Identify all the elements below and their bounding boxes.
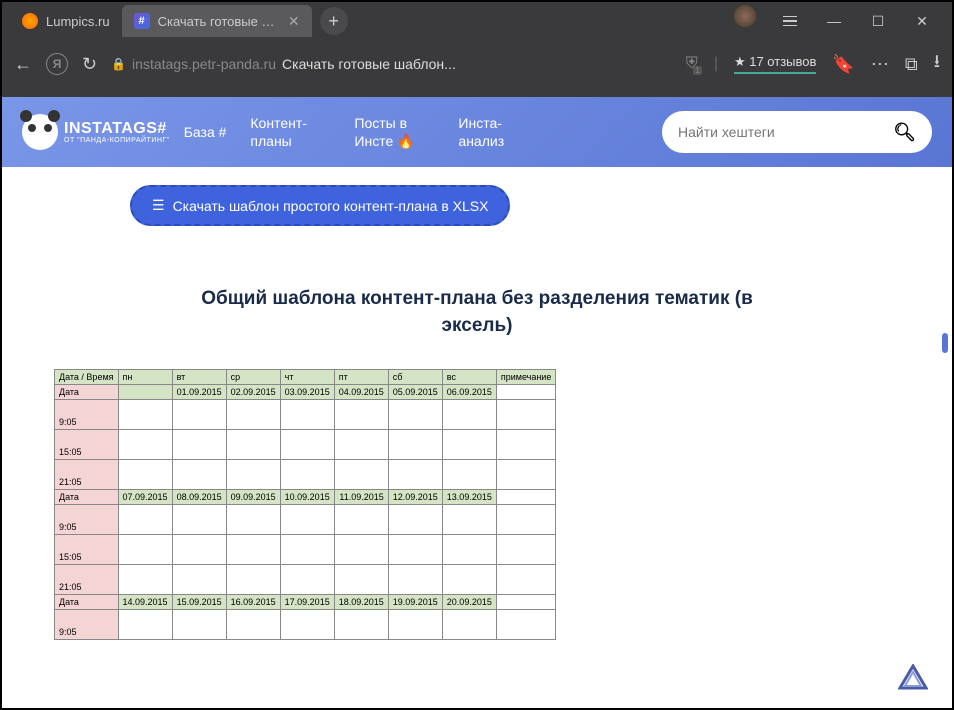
table-row: Дата 14.09.2015 15.09.2015 16.09.2015 17… (55, 595, 556, 610)
logo[interactable]: INSTATAGS# ОТ "ПАНДА-КОПИРАЙТИНГ" (22, 114, 170, 150)
close-icon[interactable]: ✕ (288, 13, 300, 30)
table-row: 21:05 (55, 565, 556, 595)
nav-bar: ← Я ↻ 🔒 instatags.petr-panda.ru Скачать … (2, 40, 952, 88)
nav-content-plans[interactable]: Контент-планы (250, 114, 330, 150)
table-row: 9:05 (55, 505, 556, 535)
search-box: 🔍︎ (662, 111, 932, 153)
th-fri: пт (334, 370, 388, 385)
nav-analysis[interactable]: Инста-анализ (458, 114, 528, 150)
back-button[interactable]: ← (14, 54, 32, 75)
th-date: Дата / Время (55, 370, 119, 385)
search-icon[interactable]: 🔍︎ (893, 122, 916, 143)
maximize-button[interactable]: ☐ (856, 5, 900, 37)
tab-lumpics[interactable]: Lumpics.ru (10, 5, 122, 37)
url-domain: instatags.petr-panda.ru (132, 56, 276, 72)
download-label: Скачать шаблон простого контент-плана в … (173, 198, 489, 214)
th-thu: чт (280, 370, 334, 385)
site-header: INSTATAGS# ОТ "ПАНДА-КОПИРАЙТИНГ" База #… (2, 97, 952, 167)
lock-icon: 🔒 (111, 57, 126, 71)
th-tue: вт (172, 370, 226, 385)
table-row: 15:05 (55, 430, 556, 460)
search-input[interactable] (678, 124, 893, 140)
tab-title: Скачать готовые шабло (158, 14, 276, 29)
tab-instatags[interactable]: # Скачать готовые шабло ✕ (122, 5, 312, 37)
menu-button[interactable] (768, 5, 812, 37)
tab-bar: Lumpics.ru # Скачать готовые шабло ✕ + —… (2, 2, 952, 40)
table-row: Дата 01.09.2015 02.09.2015 03.09.2015 04… (55, 385, 556, 400)
url-title: Скачать готовые шаблон... (282, 56, 456, 72)
logo-subtitle: ОТ "ПАНДА-КОПИРАЙТИНГ" (64, 137, 170, 144)
list-icon: ☰ (152, 197, 165, 214)
logo-text: INSTATAGS# (64, 121, 170, 137)
download-icon[interactable]: ⭳ (934, 49, 940, 79)
table-row: 9:05 (55, 400, 556, 430)
download-xlsx-button[interactable]: ☰ Скачать шаблон простого контент-плана … (130, 185, 510, 226)
nav-posts[interactable]: Посты в Инсте 🔥 (354, 114, 434, 150)
triangle-badge-icon (898, 664, 928, 690)
th-mon: пн (118, 370, 172, 385)
url-bar[interactable]: 🔒 instatags.petr-panda.ru Скачать готовы… (111, 56, 456, 72)
shield-icon[interactable]: ⛨1 (686, 55, 698, 73)
minimize-button[interactable]: — (812, 5, 856, 37)
table-row: Дата 07.09.2015 08.09.2015 09.09.2015 10… (55, 490, 556, 505)
reload-button[interactable]: ↻ (82, 54, 97, 75)
yandex-icon[interactable]: Я (46, 53, 68, 75)
content-plan-table: Дата / Время пн вт ср чт пт сб вс примеч… (54, 369, 556, 640)
browser-chrome: Lumpics.ru # Скачать готовые шабло ✕ + —… (2, 2, 952, 97)
more-icon[interactable]: ⋯ (871, 54, 889, 75)
table-row: 15:05 (55, 535, 556, 565)
reviews-link[interactable]: ★ 17 отзывов (734, 54, 816, 74)
extensions-icon[interactable]: ⧉ (905, 54, 918, 75)
close-button[interactable]: ✕ (900, 5, 944, 37)
th-sat: сб (388, 370, 442, 385)
section-title: Общий шаблона контент-плана без разделен… (177, 286, 777, 339)
th-sun: вс (442, 370, 496, 385)
page-content: INSTATAGS# ОТ "ПАНДА-КОПИРАЙТИНГ" База #… (2, 97, 952, 708)
tab-title: Lumpics.ru (46, 14, 110, 29)
avatar[interactable] (734, 5, 756, 27)
tab-favicon (22, 13, 38, 29)
bookmark-icon[interactable]: 🔖 (832, 54, 854, 75)
panda-icon (22, 114, 58, 150)
nav-baza[interactable]: База # (184, 123, 227, 141)
new-tab-button[interactable]: + (320, 7, 348, 35)
table-row: 21:05 (55, 460, 556, 490)
th-note: примечание (496, 370, 556, 385)
table-row: 9:05 (55, 610, 556, 640)
th-wed: ср (226, 370, 280, 385)
tab-favicon: # (134, 13, 150, 29)
